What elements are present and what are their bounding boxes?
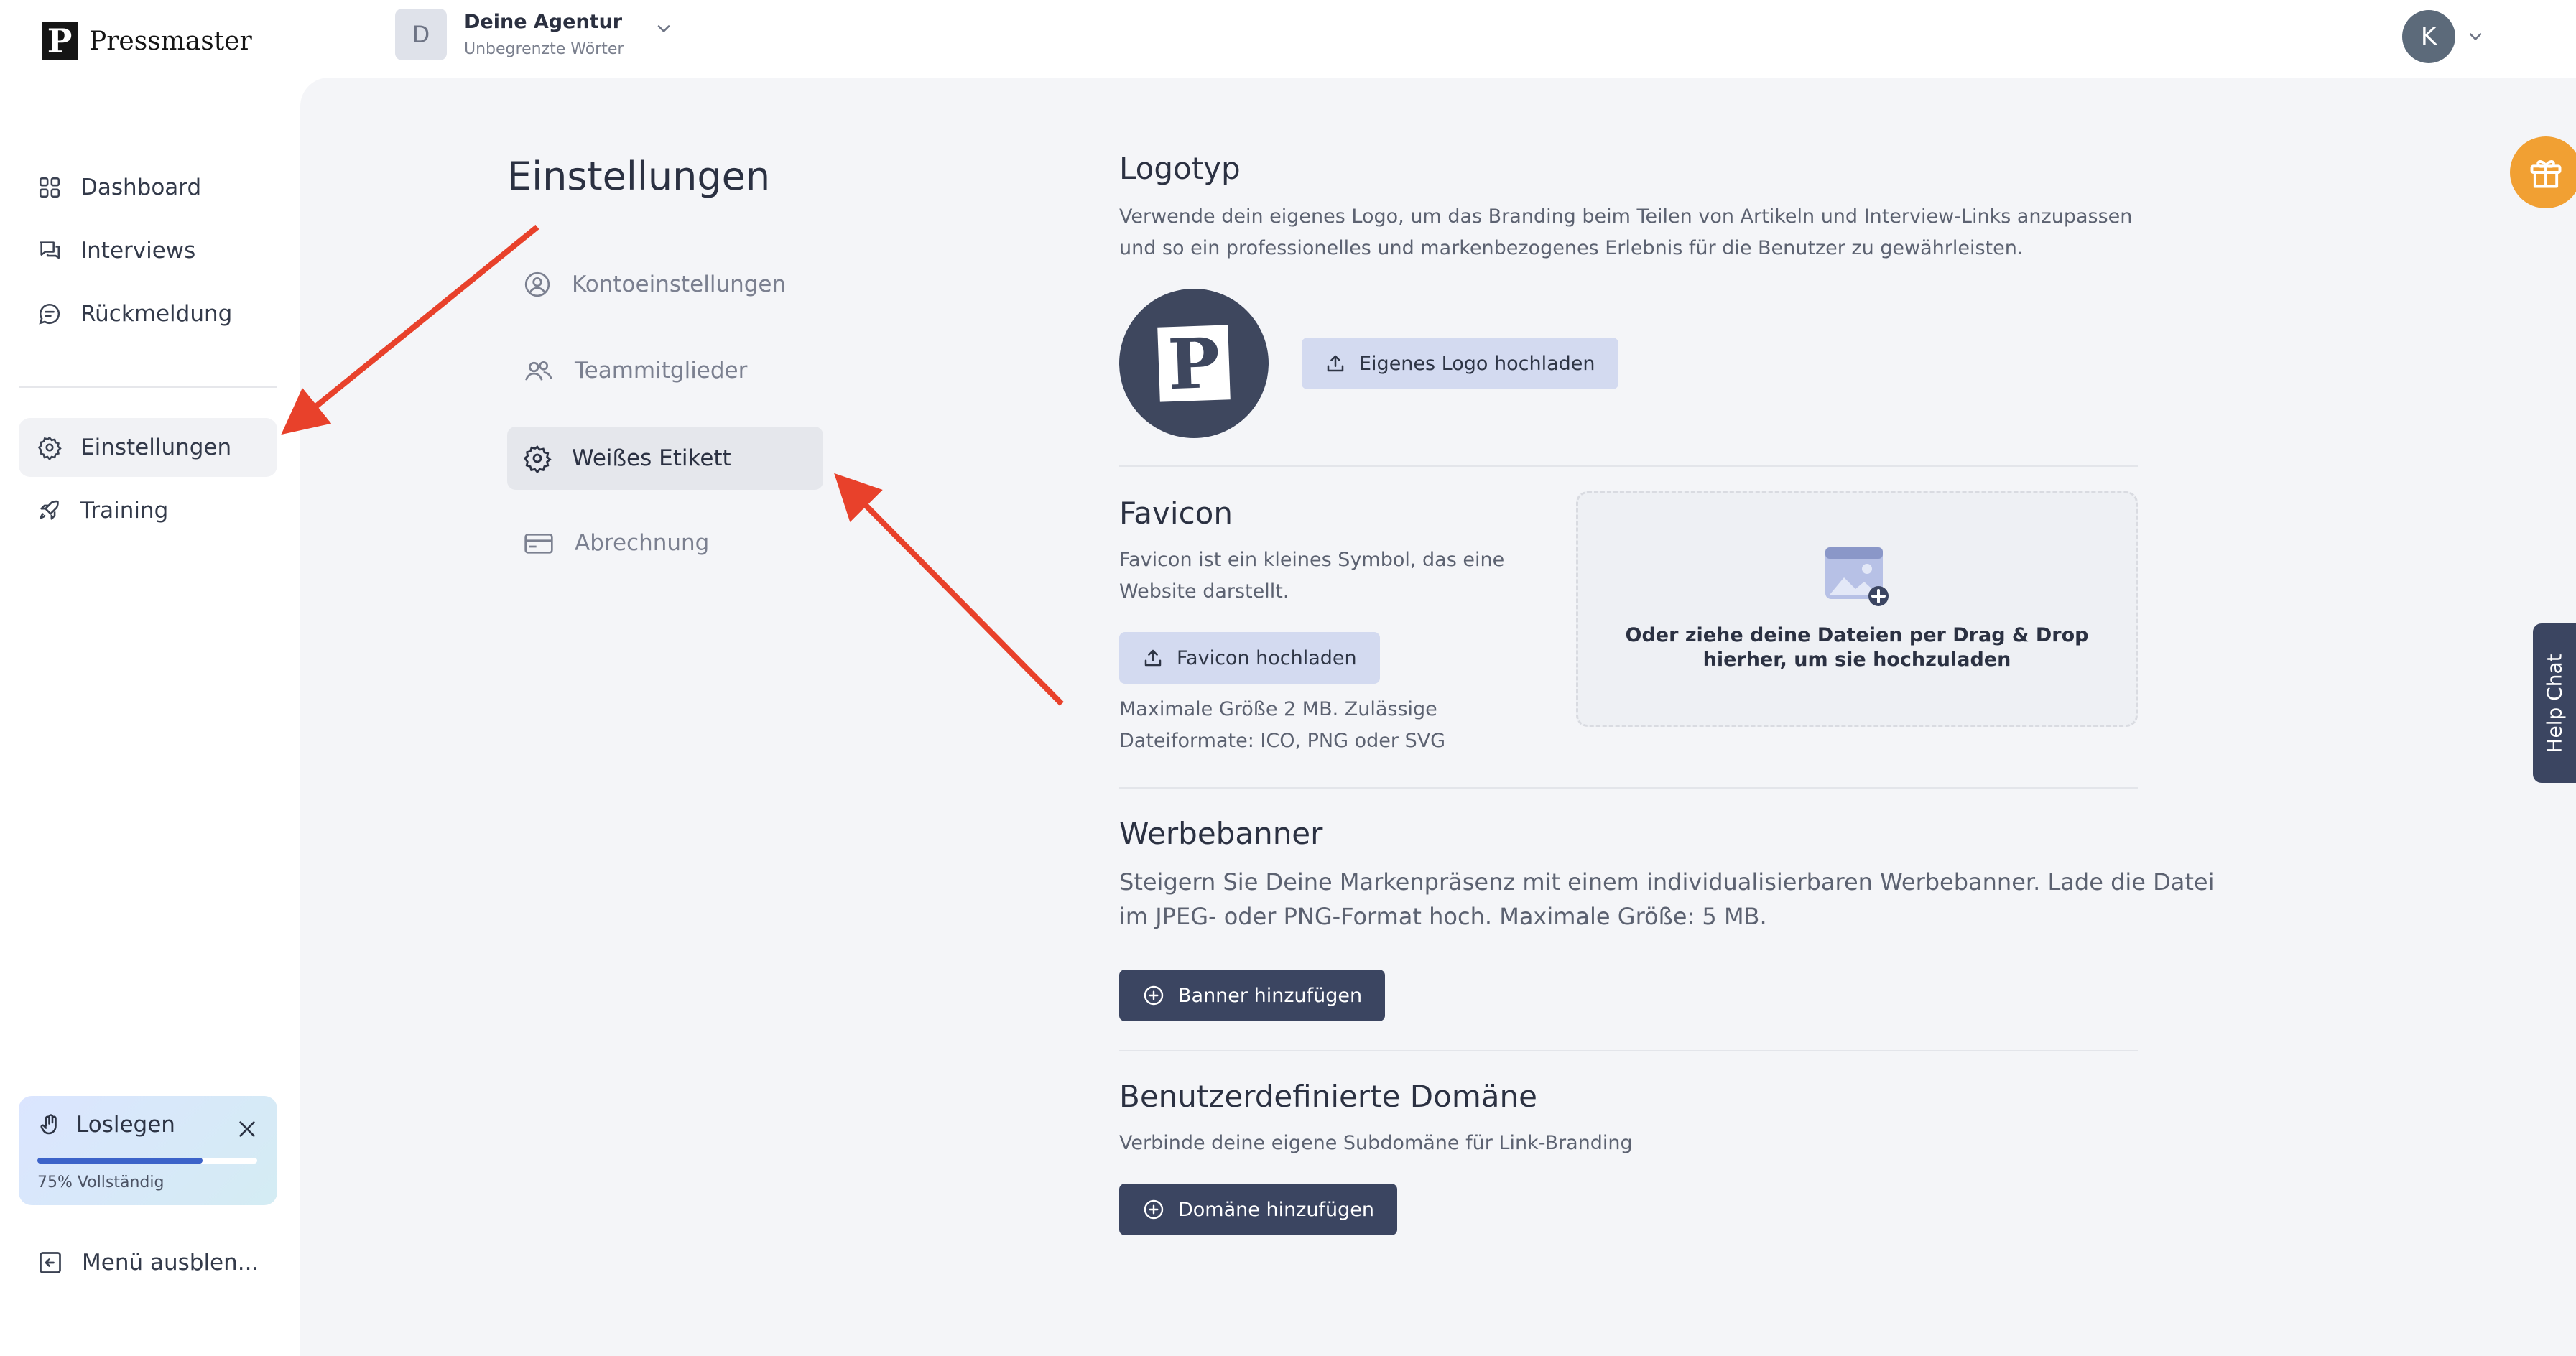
logotype-title: Logotyp bbox=[1119, 151, 1241, 186]
add-domain-label: Domäne hinzufügen bbox=[1178, 1198, 1374, 1221]
upload-icon bbox=[1327, 355, 1344, 372]
banner-title: Werbebanner bbox=[1119, 816, 1323, 851]
onboarding-progress-bar bbox=[37, 1158, 257, 1164]
agency-info: Deine Agentur Unbegrenzte Wörter bbox=[464, 11, 624, 58]
card-icon bbox=[524, 534, 553, 554]
settings-tab-team[interactable]: Teammitglieder bbox=[507, 339, 823, 402]
gear-icon bbox=[37, 436, 62, 460]
upload-favicon-label: Favicon hochladen bbox=[1177, 646, 1357, 669]
favicon-limits-1: Maximale Größe 2 MB. Zulässige bbox=[1119, 698, 1437, 720]
gear-icon bbox=[523, 445, 552, 473]
section-divider bbox=[1119, 465, 2138, 467]
settings-tab-label: Weißes Etikett bbox=[572, 445, 731, 471]
favicon-limits-2: Dateiformate: ICO, PNG oder SVG bbox=[1119, 730, 1446, 752]
image-upload-icon bbox=[1825, 547, 1889, 606]
close-icon[interactable] bbox=[236, 1118, 259, 1141]
collapse-icon bbox=[40, 1252, 61, 1273]
add-banner-label: Banner hinzufügen bbox=[1178, 984, 1363, 1007]
sidebar-divider bbox=[19, 386, 277, 388]
logotype-description-1: Verwende dein eigenes Logo, um das Brand… bbox=[1119, 205, 2133, 228]
settings-tab-label: Kontoeinstellungen bbox=[572, 271, 787, 297]
onboarding-progress-fill bbox=[37, 1158, 203, 1164]
chat-icon bbox=[39, 241, 60, 259]
help-chat-button[interactable]: Help Chat bbox=[2533, 623, 2576, 783]
favicon-dropzone[interactable]: Oder ziehe deine Dateien per Drag & Drop… bbox=[1576, 491, 2138, 727]
collapse-menu-button[interactable]: Menü ausblen... bbox=[37, 1250, 259, 1276]
feedback-icon bbox=[39, 303, 60, 325]
sidebar-item-feedback[interactable]: Rückmeldung bbox=[19, 284, 277, 343]
agency-switcher[interactable]: D Deine Agentur Unbegrenzte Wörter bbox=[395, 9, 670, 60]
sidebar-item-training[interactable]: Training bbox=[19, 481, 277, 540]
upload-favicon-button[interactable]: Favicon hochladen bbox=[1119, 632, 1380, 684]
settings-tab-label: Abrechnung bbox=[575, 530, 710, 556]
dashboard-icon bbox=[39, 177, 60, 198]
sidebar-item-interviews[interactable]: Interviews bbox=[19, 221, 277, 280]
app-name: Pressmaster bbox=[89, 26, 252, 56]
agency-avatar: D bbox=[395, 9, 447, 60]
sidebar-item-label: Einstellungen bbox=[80, 435, 232, 460]
sidebar-item-label: Interviews bbox=[80, 238, 196, 264]
section-divider bbox=[1119, 1050, 2138, 1051]
help-chat-label: Help Chat bbox=[2542, 653, 2567, 753]
gift-button[interactable] bbox=[2510, 136, 2576, 208]
add-domain-button[interactable]: Domäne hinzufügen bbox=[1119, 1184, 1397, 1235]
onboarding-progress-text: 75% Vollständig bbox=[37, 1174, 165, 1192]
domain-title: Benutzerdefinierte Domäne bbox=[1119, 1079, 1537, 1114]
upload-icon bbox=[1144, 649, 1162, 667]
rocket-icon bbox=[40, 500, 59, 520]
sidebar-item-label: Rückmeldung bbox=[80, 301, 233, 327]
settings-tab-account[interactable]: Kontoeinstellungen bbox=[507, 253, 823, 316]
add-banner-button[interactable]: Banner hinzufügen bbox=[1119, 970, 1386, 1021]
chevron-down-icon bbox=[2469, 33, 2482, 40]
domain-description: Verbinde deine eigene Subdomäne für Link… bbox=[1119, 1132, 1633, 1154]
onboarding-card[interactable]: Loslegen 75% Vollständig bbox=[19, 1096, 277, 1205]
user-circle-icon bbox=[524, 271, 550, 297]
wave-hand-icon bbox=[40, 1114, 57, 1135]
sidebar-item-settings[interactable]: Einstellungen bbox=[19, 418, 277, 477]
user-menu[interactable]: K bbox=[2402, 10, 2485, 63]
users-icon bbox=[525, 361, 552, 381]
onboarding-label: Loslegen bbox=[76, 1112, 175, 1138]
chevron-down-icon bbox=[657, 25, 670, 32]
sidebar-item-label: Training bbox=[80, 498, 169, 524]
plus-circle-icon bbox=[1144, 985, 1164, 1006]
plus-circle-icon bbox=[1144, 1199, 1164, 1220]
logo-mark: P bbox=[42, 22, 78, 60]
agency-subtitle: Unbegrenzte Wörter bbox=[464, 40, 624, 58]
app-logo[interactable]: P Pressmaster bbox=[42, 22, 252, 60]
logo-preview-letter: P bbox=[1157, 322, 1231, 405]
upload-logo-button[interactable]: Eigenes Logo hochladen bbox=[1302, 338, 1618, 389]
favicon-description-2: Website darstellt. bbox=[1119, 580, 1289, 603]
settings-tab-white-label[interactable]: Weißes Etikett bbox=[507, 427, 823, 490]
logotype-description-2: und so ein professionelles und markenbez… bbox=[1119, 237, 2024, 259]
sidebar-item-dashboard[interactable]: Dashboard bbox=[19, 158, 277, 217]
collapse-label: Menü ausblen... bbox=[82, 1250, 259, 1276]
avatar: K bbox=[2402, 10, 2455, 63]
banner-description-1: Steigern Sie Deine Markenpräsenz mit ein… bbox=[1119, 868, 2215, 896]
favicon-description-1: Favicon ist ein kleines Symbol, das eine bbox=[1119, 549, 1505, 571]
page-title: Einstellungen bbox=[507, 154, 771, 199]
sidebar-item-label: Dashboard bbox=[80, 175, 202, 200]
logo-preview: P bbox=[1119, 289, 1269, 438]
gift-icon bbox=[2530, 160, 2562, 188]
agency-name: Deine Agentur bbox=[464, 11, 623, 33]
favicon-title: Favicon bbox=[1119, 496, 1233, 531]
upload-logo-label: Eigenes Logo hochladen bbox=[1359, 352, 1595, 375]
settings-tab-billing[interactable]: Abrechnung bbox=[507, 511, 823, 575]
dropzone-text: Oder ziehe deine Dateien per Drag & Drop… bbox=[1625, 624, 2089, 671]
section-divider bbox=[1119, 787, 2138, 789]
settings-tab-label: Teammitglieder bbox=[575, 358, 748, 384]
banner-description-2: im JPEG- oder PNG-Format hoch. Maximale … bbox=[1119, 903, 1767, 930]
